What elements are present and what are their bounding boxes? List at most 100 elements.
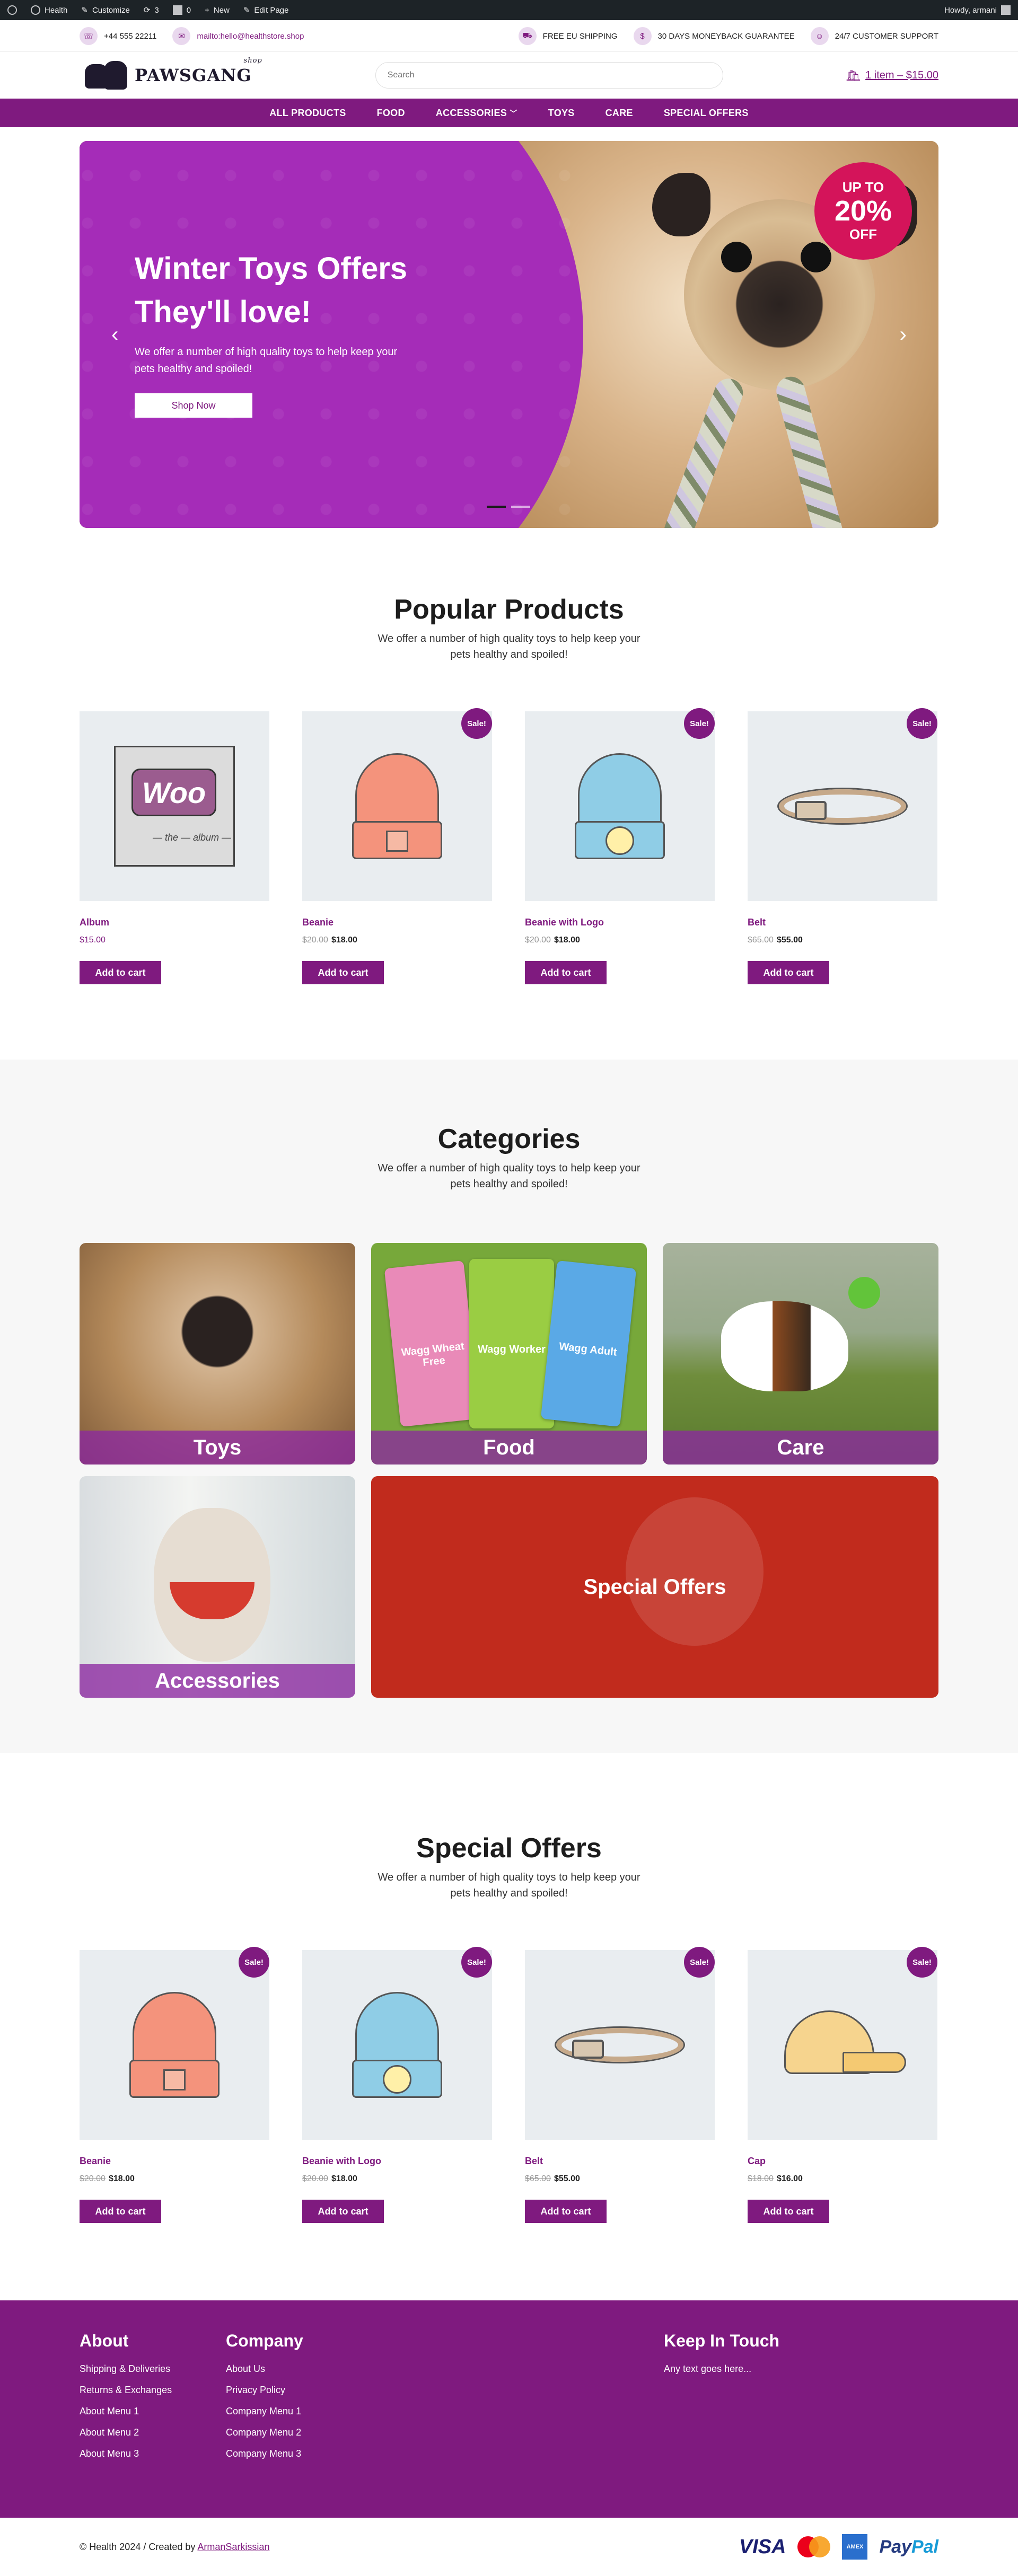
header-cart-link[interactable]: 🛍 1 item – $15.00 xyxy=(847,69,938,82)
sale-badge: Sale! xyxy=(684,1947,715,1978)
product-image[interactable]: Sale! xyxy=(302,708,492,901)
add-to-cart-button[interactable]: Add to cart xyxy=(748,961,829,984)
slider-dot[interactable] xyxy=(511,506,530,508)
product-name[interactable]: Album xyxy=(80,917,269,928)
dogs-logo-icon xyxy=(80,57,130,94)
product-card[interactable]: Sale! Beanie with Logo $20.00 $18.00 Add … xyxy=(525,708,715,984)
mail-icon: ✉ xyxy=(172,27,191,45)
product-card[interactable]: Sale! Belt $65.00 $55.00 Add to cart xyxy=(525,1947,715,2223)
category-accessories[interactable]: Accessories xyxy=(80,1476,355,1698)
mastercard-icon xyxy=(797,2535,831,2559)
footer-link[interactable]: Privacy Policy xyxy=(226,2385,372,2396)
admin-site-link[interactable]: Health xyxy=(31,5,67,15)
admin-updates-link[interactable]: ⟳ 3 xyxy=(144,5,159,15)
product-image[interactable]: Sale! xyxy=(80,1947,269,2140)
footer-link[interactable]: Company Menu 2 xyxy=(226,2427,372,2438)
footer-link[interactable]: About Menu 2 xyxy=(80,2427,226,2438)
shop-now-button[interactable]: Shop Now xyxy=(135,393,252,418)
beanie-with-logo-image xyxy=(352,1992,442,2098)
product-image[interactable]: Sale! xyxy=(748,708,937,901)
product-name[interactable]: Beanie xyxy=(302,917,492,928)
moneyback-info: $30 DAYS MONEYBACK GUARANTEE xyxy=(633,27,795,45)
product-image[interactable]: Sale! xyxy=(748,1947,937,2140)
product-card[interactable]: Sale! Beanie with Logo $20.00 $18.00 Add … xyxy=(302,1947,492,2223)
product-grid: Sale! Beanie $20.00 $18.00 Add to cart Sa… xyxy=(80,1947,938,2223)
footer-keep-in-touch: Keep In Touch Any text goes here... xyxy=(664,2331,810,2469)
sale-badge: Sale! xyxy=(461,1947,492,1978)
beanie-image xyxy=(129,1992,220,2098)
admin-new-link[interactable]: + New xyxy=(205,6,230,15)
slider-dot[interactable] xyxy=(487,506,506,508)
product-card[interactable]: Sale! Beanie $20.00 $18.00 Add to cart xyxy=(80,1947,269,2223)
add-to-cart-button[interactable]: Add to cart xyxy=(748,2200,829,2223)
food-bag-image: Wagg Wheat Free xyxy=(384,1260,480,1427)
pencil-icon: ✎ xyxy=(81,6,88,15)
product-card[interactable]: Woo — the — album — Album $15.00 Add to c… xyxy=(80,711,269,984)
product-image[interactable]: Sale! xyxy=(302,1947,492,2140)
chevron-down-icon: ﹀ xyxy=(510,109,517,118)
info-bar: ☏ +44 555 22211 ✉ mailto:hello@healthstore… xyxy=(0,20,1018,52)
category-special-offers[interactable]: Special Offers xyxy=(371,1476,938,1698)
footer-link[interactable]: About Us xyxy=(226,2363,372,2375)
add-to-cart-button[interactable]: Add to cart xyxy=(80,961,161,984)
site-logo[interactable]: PAWSGANG shop xyxy=(80,57,262,94)
product-card[interactable]: Sale! Cap $18.00 $16.00 Add to cart xyxy=(748,1947,937,2223)
footer-link[interactable]: Returns & Exchanges xyxy=(80,2385,226,2396)
beagle-image xyxy=(721,1301,848,1391)
footer-link[interactable]: About Menu 3 xyxy=(80,2448,226,2459)
nav-item-care[interactable]: CARE xyxy=(605,108,633,119)
support-info: ☺ 24/7 CUSTOMER SUPPORT xyxy=(810,27,938,45)
admin-customize-link[interactable]: ✎ Customize xyxy=(81,5,129,15)
phone-icon: ☏ xyxy=(80,27,98,45)
avatar xyxy=(1001,5,1011,15)
product-card[interactable]: Sale! Belt $65.00 $55.00 Add to cart xyxy=(748,708,937,984)
product-image[interactable]: Woo — the — album — xyxy=(80,711,269,901)
add-to-cart-button[interactable]: Add to cart xyxy=(302,2200,384,2223)
footer-link[interactable]: Company Menu 1 xyxy=(226,2406,372,2417)
footer-about: About Shipping & Deliveries Returns & Ex… xyxy=(80,2331,226,2469)
nav-item-food[interactable]: FOOD xyxy=(377,108,405,119)
nav-item-all-products[interactable]: ALL PRODUCTS xyxy=(269,108,346,119)
product-price: $18.00 $16.00 xyxy=(748,2174,803,2183)
footer-link[interactable]: Company Menu 3 xyxy=(226,2448,372,2459)
search-input[interactable] xyxy=(375,62,723,89)
add-to-cart-button[interactable]: Add to cart xyxy=(302,961,384,984)
product-card[interactable]: Sale! Beanie $20.00 $18.00 Add to cart xyxy=(302,708,492,984)
nav-item-accessories[interactable]: ACCESSORIES ﹀ xyxy=(436,108,517,119)
footer-link[interactable]: About Menu 1 xyxy=(80,2406,226,2417)
admin-account-link[interactable]: Howdy, armani xyxy=(944,5,1011,15)
add-to-cart-button[interactable]: Add to cart xyxy=(525,2200,607,2223)
footer-text: Any text goes here... xyxy=(664,2363,752,2374)
admin-comments-link[interactable]: 0 xyxy=(172,5,191,15)
beanie-image xyxy=(352,753,442,859)
product-name[interactable]: Cap xyxy=(748,2156,937,2167)
product-image[interactable]: Sale! xyxy=(525,708,715,901)
beanie-with-logo-image xyxy=(575,753,665,859)
belt-image xyxy=(556,2018,683,2071)
product-image[interactable]: Sale! xyxy=(525,1947,715,2140)
admin-edit-page-link[interactable]: ✎ Edit Page xyxy=(243,5,289,15)
chevron-right-icon[interactable]: › xyxy=(900,324,907,345)
amex-icon: AMEX xyxy=(842,2534,868,2560)
product-name[interactable]: Belt xyxy=(525,2156,715,2167)
nav-item-special-offers[interactable]: SPECIAL OFFERS xyxy=(664,108,749,119)
category-toys[interactable]: Toys xyxy=(80,1243,355,1465)
product-name[interactable]: Beanie xyxy=(80,2156,269,2167)
add-to-cart-button[interactable]: Add to cart xyxy=(80,2200,161,2223)
email-contact[interactable]: ✉ mailto:hello@healthstore.shop xyxy=(172,27,304,45)
product-name[interactable]: Beanie with Logo xyxy=(302,2156,492,2167)
phone-contact[interactable]: ☏ +44 555 22211 xyxy=(80,27,156,45)
footer-bottom-bar: © Health 2024 / Created by ArmanSarkissi… xyxy=(0,2518,1018,2576)
payment-methods: VISA AMEX PayPal xyxy=(739,2534,938,2560)
add-to-cart-button[interactable]: Add to cart xyxy=(525,961,607,984)
footer-link[interactable]: Shipping & Deliveries xyxy=(80,2363,226,2375)
category-food[interactable]: Wagg Wheat Free Wagg Worker Wagg Adult F… xyxy=(371,1243,647,1465)
wordpress-icon[interactable] xyxy=(7,5,17,15)
chevron-left-icon[interactable]: ‹ xyxy=(111,324,118,345)
nav-item-toys[interactable]: TOYS xyxy=(548,108,575,119)
author-link[interactable]: ArmanSarkissian xyxy=(197,2542,269,2552)
product-name[interactable]: Belt xyxy=(748,917,937,928)
category-care[interactable]: Care xyxy=(663,1243,938,1465)
sale-badge: Sale! xyxy=(684,708,715,739)
product-name[interactable]: Beanie with Logo xyxy=(525,917,715,928)
